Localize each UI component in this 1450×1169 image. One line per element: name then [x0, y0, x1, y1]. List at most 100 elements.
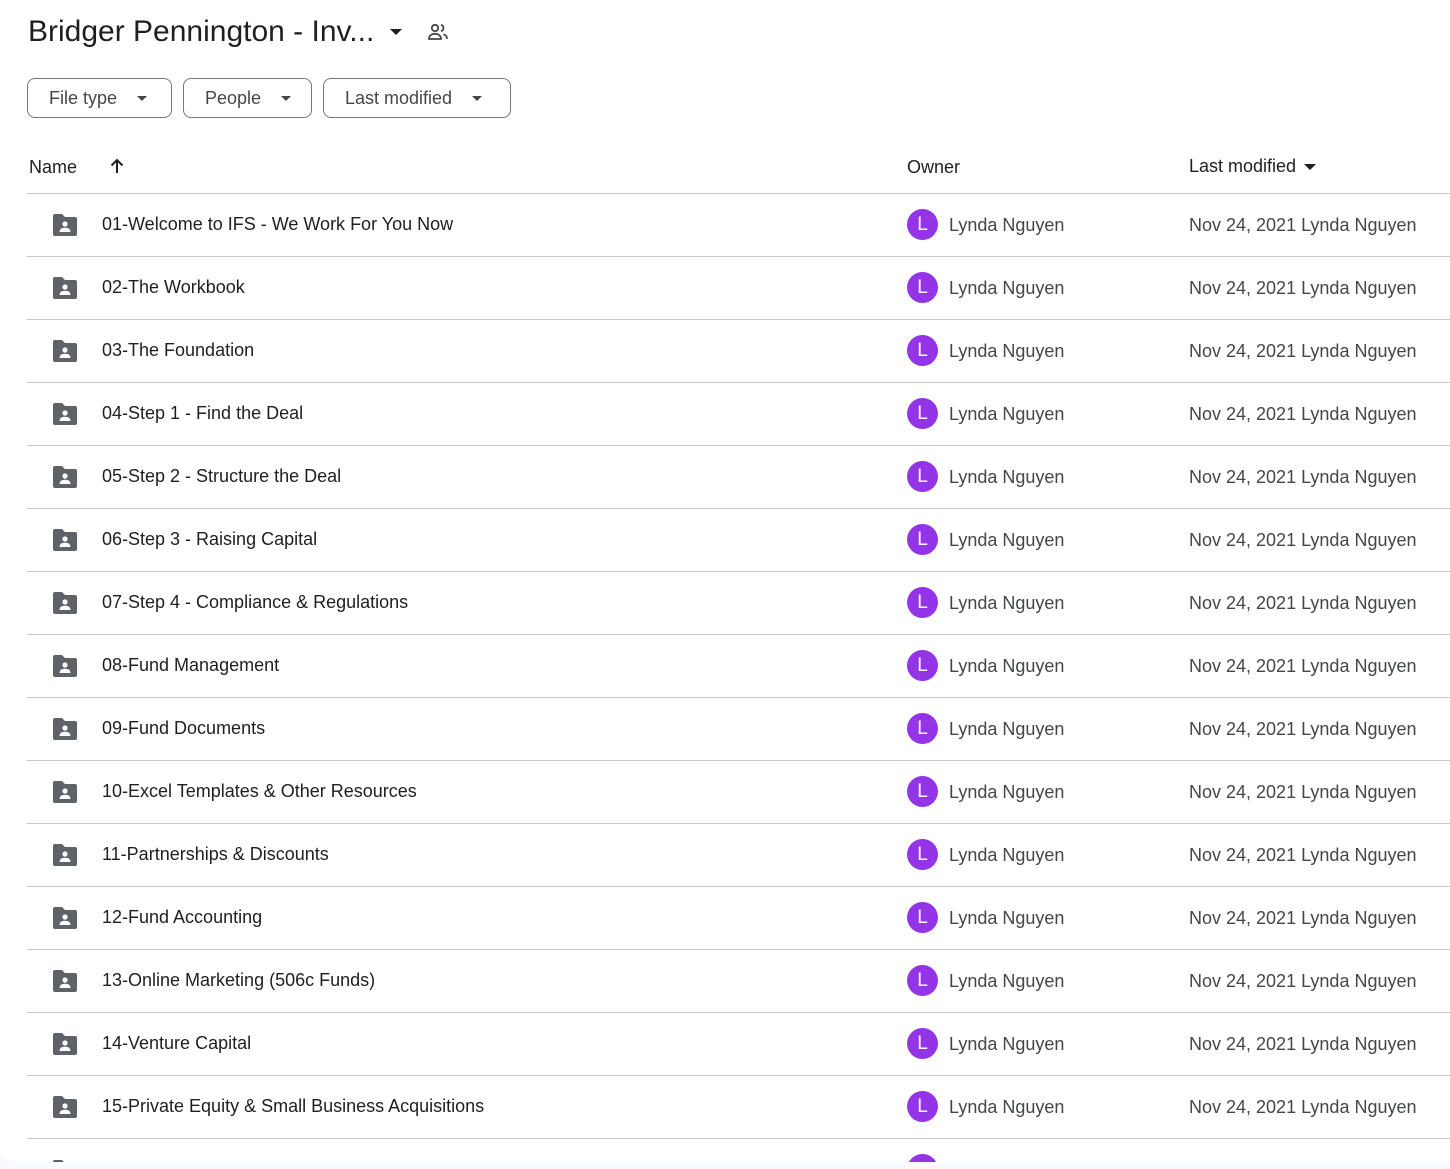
shared-folder-icon	[51, 654, 79, 678]
last-modified-value: Nov 24, 2021 Lynda Nguyen	[1189, 1097, 1417, 1117]
file-name: 01-Welcome to IFS - We Work For You Now	[102, 214, 454, 234]
avatar: L	[907, 272, 938, 303]
table-row[interactable]: 01-Welcome to IFS - We Work For You Now L…	[27, 194, 1450, 257]
file-name: 04-Step 1 - Find the Deal	[102, 403, 304, 423]
shared-folder-icon	[51, 213, 79, 237]
shared-folder-icon	[51, 843, 79, 867]
table-row[interactable]	[27, 1139, 1450, 1162]
last-modified-column-label: Last modified	[1189, 156, 1297, 176]
owner-name: Lynda Nguyen	[949, 971, 1065, 991]
last-modified-value: Nov 24, 2021 Lynda Nguyen	[1189, 845, 1417, 865]
avatar: L	[907, 902, 938, 933]
file-name: 05-Step 2 - Structure the Deal	[102, 466, 342, 486]
table-row[interactable]: 08-Fund Management L Lynda Nguyen Nov 24, 2…	[27, 635, 1450, 698]
last-modified-value: Nov 24, 2021 Lynda Nguyen	[1189, 404, 1417, 424]
file-type-filter[interactable]: File type	[27, 78, 172, 118]
folder-title-bar: Bridger Pennington - Inv...	[28, 10, 456, 54]
table-row[interactable]: 07-Step 4 - Compliance & Regulations L Lyn…	[27, 572, 1450, 635]
shared-folder-icon	[51, 1159, 79, 1162]
avatar: L	[907, 1091, 938, 1122]
last-modified-column-header[interactable]: Last modified	[1189, 156, 1318, 177]
last-modified-value: Nov 24, 2021 Lynda Nguyen	[1189, 971, 1417, 991]
file-name: 02-The Workbook	[102, 277, 245, 297]
arrow-upward-icon[interactable]	[105, 152, 129, 180]
owner-name: Lynda Nguyen	[949, 908, 1065, 928]
table-row[interactable]: 14-Venture Capital L Lynda Nguyen Nov 24, 2…	[27, 1013, 1450, 1076]
people-filter-label: People	[205, 87, 262, 108]
avatar: L	[907, 587, 938, 618]
name-column-header[interactable]: Name	[29, 157, 77, 178]
shared-folder-icon	[51, 717, 79, 741]
table-row[interactable]: 09-Fund Documents L Lynda Nguyen Nov 24, 20…	[27, 698, 1450, 761]
table-row[interactable]: 05-Step 2 - Structure the Deal L Lynda Ngu…	[27, 446, 1450, 509]
avatar: L	[907, 713, 938, 744]
avatar: L	[907, 461, 938, 492]
shared-folder-icon	[51, 969, 79, 993]
shared-folder-icon	[51, 906, 79, 930]
last-modified-value: Nov 24, 2021 Lynda Nguyen	[1189, 782, 1417, 802]
shared-folder-icon	[51, 1095, 79, 1119]
table-row[interactable]: 02-The Workbook L Lynda Nguyen Nov 24, 2021…	[27, 257, 1450, 320]
arrow-drop-down-icon	[279, 91, 293, 105]
owner-name: Lynda Nguyen	[949, 1097, 1065, 1117]
arrow-drop-down-icon	[470, 91, 484, 105]
avatar: L	[907, 650, 938, 681]
last-modified-filter-label: Last modified	[345, 87, 453, 108]
file-name: 07-Step 4 - Compliance & Regulations	[102, 592, 409, 612]
file-name: 10-Excel Templates & Other Resources	[102, 781, 417, 801]
table-row[interactable]: 13-Online Marketing (506c Funds) L Lynda N…	[27, 950, 1450, 1013]
file-name: 13-Online Marketing (506c Funds)	[102, 970, 376, 990]
table-row[interactable]: 03-The Foundation L Lynda Nguyen Nov 24, 20…	[27, 320, 1450, 383]
last-modified-value: Nov 24, 2021 Lynda Nguyen	[1189, 215, 1417, 235]
owner-name: Lynda Nguyen	[949, 845, 1065, 865]
file-name: 09-Fund Documents	[102, 718, 266, 738]
last-modified-value: Nov 24, 2021 Lynda Nguyen	[1189, 719, 1417, 739]
filter-chips: File type People Last modified	[27, 78, 511, 118]
last-modified-filter[interactable]: Last modified	[323, 78, 511, 118]
table-row[interactable]: 12-Fund Accounting L Lynda Nguyen Nov 24, 2…	[27, 887, 1450, 950]
arrow-drop-down-icon	[135, 91, 149, 105]
last-modified-value: Nov 24, 2021 Lynda Nguyen	[1189, 908, 1417, 928]
table-row[interactable]: 11-Partnerships & Discounts L Lynda Nguyen…	[27, 824, 1450, 887]
file-name: 12-Fund Accounting	[102, 907, 263, 927]
owner-name: Lynda Nguyen	[949, 341, 1065, 361]
people-outline-icon[interactable]	[420, 14, 456, 50]
file-name: 14-Venture Capital	[102, 1033, 252, 1053]
file-name: 06-Step 3 - Raising Capital	[102, 529, 318, 549]
avatar: L	[907, 335, 938, 366]
shared-folder-icon	[51, 1032, 79, 1056]
owner-name: Lynda Nguyen	[949, 719, 1065, 739]
avatar: L	[907, 209, 938, 240]
shared-folder-icon	[51, 528, 79, 552]
folder-title[interactable]: Bridger Pennington - Inv...	[28, 15, 374, 49]
table-row[interactable]: 06-Step 3 - Raising Capital L Lynda Nguyen…	[27, 509, 1450, 572]
table-row[interactable]: 10-Excel Templates & Other Resources L Lyn…	[27, 761, 1450, 824]
arrow-drop-down-icon	[1302, 159, 1318, 175]
table-row[interactable]: 04-Step 1 - Find the Deal L Lynda Nguyen No…	[27, 383, 1450, 446]
owner-name: Lynda Nguyen	[949, 782, 1065, 802]
avatar: L	[907, 839, 938, 870]
people-filter[interactable]: People	[183, 78, 312, 118]
avatar: L	[907, 524, 938, 555]
arrow-drop-down-icon[interactable]	[378, 14, 414, 50]
owner-name: Lynda Nguyen	[949, 530, 1065, 550]
file-type-filter-label: File type	[49, 87, 118, 108]
table-row[interactable]: 15-Private Equity & Small Business Acqui…	[27, 1076, 1450, 1139]
file-name: 15-Private Equity & Small Business Acqui…	[102, 1096, 485, 1116]
last-modified-value: Nov 24, 2021 Lynda Nguyen	[1189, 341, 1417, 361]
file-list-panel: Bridger Pennington - Inv... File type Pe…	[0, 0, 1450, 1162]
avatar: L	[907, 398, 938, 429]
avatar	[907, 1154, 938, 1162]
column-header-row: Name Owner Last modified	[27, 146, 1450, 194]
shared-folder-icon	[51, 276, 79, 300]
last-modified-value: Nov 24, 2021 Lynda Nguyen	[1189, 656, 1417, 676]
owner-name: Lynda Nguyen	[949, 467, 1065, 487]
last-modified-value: Nov 24, 2021 Lynda Nguyen	[1189, 1034, 1417, 1054]
avatar: L	[907, 965, 938, 996]
owner-name: Lynda Nguyen	[949, 593, 1065, 613]
owner-column-header: Owner	[907, 157, 961, 177]
last-modified-value: Nov 24, 2021 Lynda Nguyen	[1189, 593, 1417, 613]
avatar: L	[907, 776, 938, 807]
owner-name: Lynda Nguyen	[949, 1034, 1065, 1054]
owner-name: Lynda Nguyen	[949, 215, 1065, 235]
